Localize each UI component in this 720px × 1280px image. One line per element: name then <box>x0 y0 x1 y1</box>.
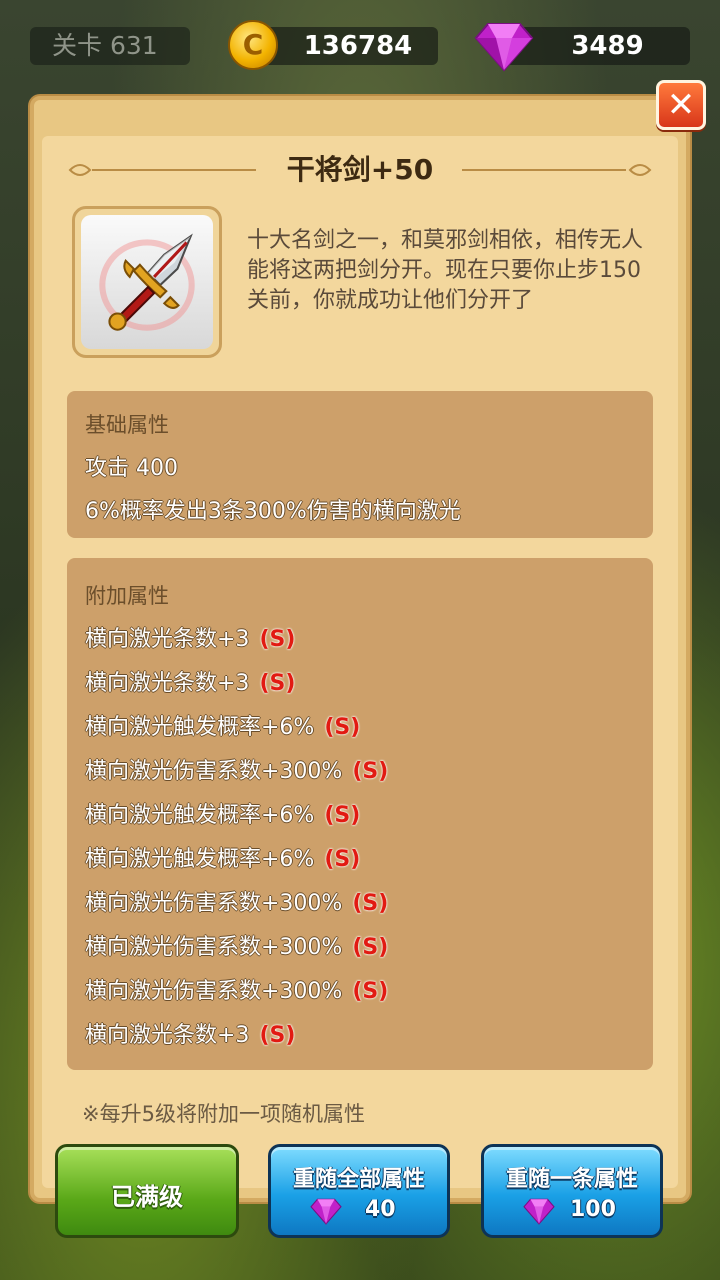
grade-badge: (S) <box>352 759 389 784</box>
basic-attributes-section: 基础属性 攻击 400 6%概率发出3条300%伤害的横向激光 <box>67 391 653 538</box>
extra-attribute-text: 横向激光条数+3 <box>85 627 250 652</box>
extra-attribute-text: 横向激光条数+3 <box>85 1023 250 1048</box>
grade-badge: (S) <box>352 979 389 1004</box>
extra-attribute-text: 横向激光触发概率+6% <box>85 803 315 828</box>
extra-attribute-row: 横向激光条数+3 (S) <box>85 665 296 696</box>
extra-attribute-row: 横向激光伤害系数+300% (S) <box>85 929 389 960</box>
basic-attribute-attack: 攻击 400 <box>85 456 178 481</box>
item-icon-frame <box>72 206 222 358</box>
extra-attributes-header: 附加属性 <box>85 584 169 608</box>
extra-attribute-text: 横向激光触发概率+6% <box>85 715 315 740</box>
grade-badge: (S) <box>352 891 389 916</box>
maxed-level-label: 已满级 <box>111 1183 183 1211</box>
close-button[interactable]: ✕ <box>656 80 706 130</box>
extra-attribute-row: 横向激光条数+3 (S) <box>85 621 296 652</box>
reroll-all-label: 重随全部属性 <box>292 1167 425 1192</box>
reroll-one-attribute-button[interactable]: 重随一条属性 100 <box>481 1144 663 1238</box>
extra-attribute-row: 横向激光触发概率+6% (S) <box>85 841 361 872</box>
extra-attribute-text: 横向激光触发概率+6% <box>85 847 315 872</box>
extra-attribute-row: 横向激光条数+3 (S) <box>85 1017 296 1048</box>
reroll-all-cost: 40 <box>365 1197 396 1222</box>
grade-badge: (S) <box>259 627 296 652</box>
extra-attribute-text: 横向激光伤害系数+300% <box>85 759 343 784</box>
upgrade-note: ※每升5级将附加一项随机属性 <box>82 1102 365 1126</box>
gem-value: 3489 <box>571 31 644 61</box>
coin-value: 136784 <box>303 31 413 61</box>
basic-attribute-effect: 6%概率发出3条300%伤害的横向激光 <box>85 499 461 524</box>
coin-counter: 136784 <box>258 27 438 65</box>
sword-icon <box>99 233 195 331</box>
extra-attribute-text: 横向激光伤害系数+300% <box>85 891 343 916</box>
maxed-level-button[interactable]: 已满级 <box>55 1144 239 1238</box>
extra-attribute-row: 横向激光触发概率+6% (S) <box>85 709 361 740</box>
title-ornament-right <box>462 164 652 176</box>
close-icon: ✕ <box>666 85 696 125</box>
grade-badge: (S) <box>352 935 389 960</box>
grade-badge: (S) <box>324 803 361 828</box>
grade-badge: (S) <box>324 715 361 740</box>
reroll-one-label: 重随一条属性 <box>505 1167 638 1192</box>
extra-attribute-row: 横向激光伤害系数+300% (S) <box>85 885 389 916</box>
item-description: 十大名剑之一，和莫邪剑相依，相传无人能将这两把剑分开。现在只要你止步150关前，… <box>247 228 644 313</box>
extra-attribute-row: 横向激光伤害系数+300% (S) <box>85 753 389 784</box>
level-indicator: 关卡 631 <box>30 27 190 65</box>
extra-attribute-row: 横向激光伤害系数+300% (S) <box>85 973 389 1004</box>
basic-attributes-header: 基础属性 <box>85 413 169 437</box>
grade-badge: (S) <box>324 847 361 872</box>
extra-attributes-section: 附加属性 横向激光条数+3 (S) 横向激光条数+3 (S) 横向激光触发概率+6%… <box>67 558 653 1070</box>
extra-attribute-text: 横向激光伤害系数+300% <box>85 935 343 960</box>
top-bar: 关卡 631 136784 C 3489 <box>0 0 720 90</box>
extra-attribute-row: 横向激光触发概率+6% (S) <box>85 797 361 828</box>
gem-icon <box>474 23 534 72</box>
reroll-all-attributes-button[interactable]: 重随全部属性 40 <box>268 1144 450 1238</box>
extra-attribute-text: 横向激光条数+3 <box>85 671 250 696</box>
gem-icon <box>310 1198 342 1225</box>
gem-icon <box>523 1198 555 1225</box>
reroll-one-cost: 100 <box>570 1197 616 1222</box>
extra-attribute-text: 横向激光伤害系数+300% <box>85 979 343 1004</box>
coin-icon: C <box>228 20 278 70</box>
grade-badge: (S) <box>259 671 296 696</box>
grade-badge: (S) <box>259 1023 296 1048</box>
